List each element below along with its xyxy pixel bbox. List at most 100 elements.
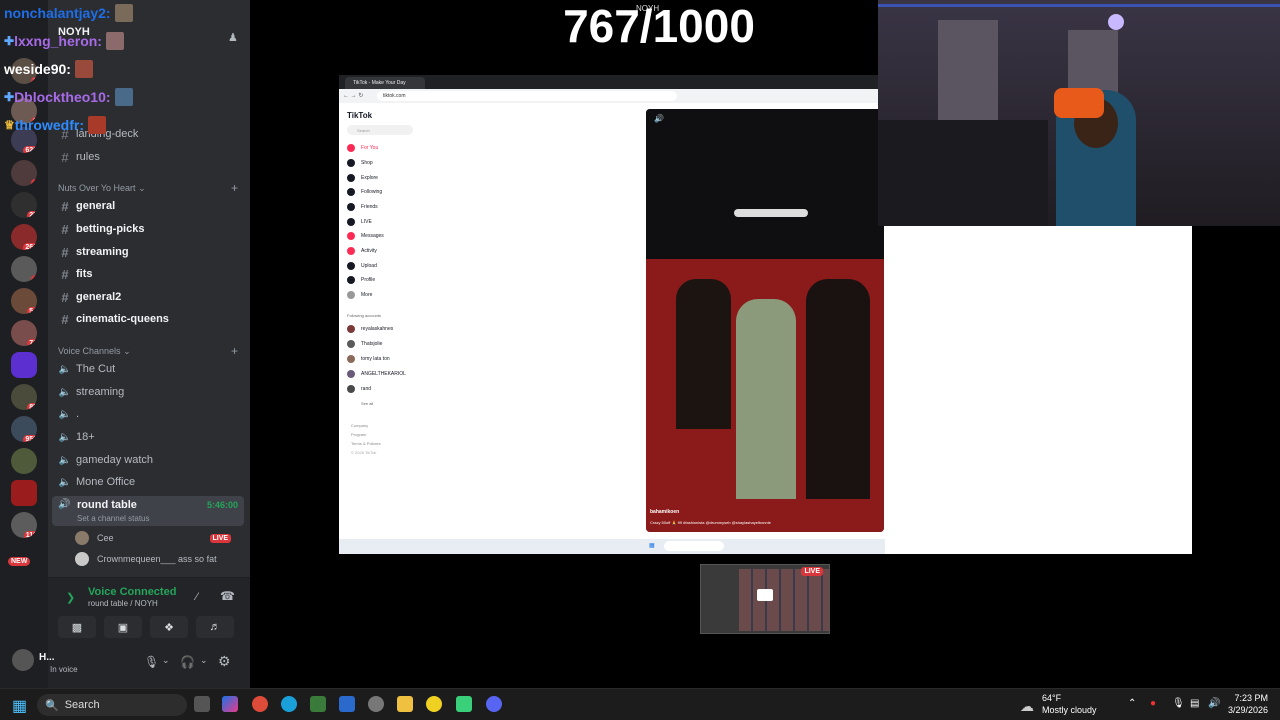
avatar[interactable] (12, 649, 34, 671)
server-icon[interactable]: 118 (11, 512, 37, 538)
camera-off-button[interactable]: ▩ (58, 616, 96, 638)
voice-channel-gameday-watch[interactable]: 🔈 gameday watch (54, 450, 244, 470)
server-icon[interactable]: 958 (11, 416, 37, 442)
volume-icon[interactable]: 🔊 (654, 114, 664, 123)
server-icon[interactable]: 54 (11, 288, 37, 314)
tiktok-nav-item[interactable]: LIVE (347, 216, 372, 228)
voice-channel-streaming[interactable]: 🔈 streaming (54, 382, 244, 402)
voice-channel-mone-office[interactable]: 🔈 Mone Office (54, 472, 244, 492)
voice-status[interactable]: Voice Connected (88, 586, 176, 598)
soundboard-button[interactable]: ♬ (196, 616, 234, 638)
tiktok-search[interactable]: Search (347, 125, 413, 135)
chrome-icon[interactable] (252, 696, 268, 712)
tiktok-nav-item[interactable]: Upload (347, 260, 377, 272)
server-icon[interactable]: 4 (11, 160, 37, 186)
following-account[interactable]: ANGELTHEKARIOL (347, 368, 406, 380)
footer-link[interactable]: Terms & Policies (351, 441, 381, 446)
channel-rules[interactable]: # rules (54, 147, 244, 167)
following-account[interactable]: reyalaskahnes (347, 323, 393, 335)
channel-status[interactable]: Set a channel status (77, 514, 150, 523)
following-account[interactable]: rand (347, 383, 371, 395)
server-icon[interactable] (11, 448, 37, 474)
channel-fits[interactable]: # fits (54, 264, 244, 284)
following-account[interactable]: Thatsjolie (347, 338, 382, 350)
microphone-icon[interactable]: 🎙 (1172, 698, 1185, 709)
activities-button[interactable]: ❖ (150, 616, 188, 638)
noise-suppression-icon[interactable]: ⁄ (196, 591, 198, 603)
weather-desc[interactable]: Mostly cloudy (1042, 705, 1097, 715)
disconnect-icon[interactable]: ☎ (220, 589, 235, 603)
server-icon[interactable]: 71 (11, 320, 37, 346)
weather-temp[interactable]: 64°F (1042, 693, 1061, 703)
file-explorer-icon[interactable] (397, 696, 413, 712)
channel-streaming[interactable]: # streaming (54, 242, 244, 262)
category-voice-channels[interactable]: Voice Channels ⌄ (58, 346, 131, 357)
volume-icon[interactable]: 🔊 (1208, 698, 1220, 709)
tiktok-logo[interactable]: TikTok (347, 111, 372, 120)
chevron-down-icon[interactable]: ⌄ (162, 655, 170, 666)
server-icon[interactable]: 261 (11, 224, 37, 250)
stream-preview[interactable]: LIVE (700, 564, 830, 634)
server-icon[interactable]: 85 (11, 384, 37, 410)
tiktok-nav-item[interactable]: Activity (347, 245, 377, 257)
app-icon[interactable] (310, 696, 326, 712)
tiktok-video[interactable]: 🔊 bahamikoen Crazy 50off 🙏 99 #fashionis… (646, 109, 884, 532)
clock-date[interactable]: 3/29/2026 (1226, 705, 1268, 715)
server-icon[interactable]: 25 (11, 192, 37, 218)
voice-location[interactable]: round table / NOYH (88, 599, 158, 608)
app-icon[interactable] (426, 696, 442, 712)
voice-channel-the-cut[interactable]: 🔈 The Cut (54, 359, 244, 379)
see-all-link[interactable]: See all (361, 401, 373, 406)
following-account[interactable]: tomy lata ton (347, 353, 390, 365)
tiktok-nav-item[interactable]: Explore (347, 172, 378, 184)
tiktok-nav-item[interactable]: Shop (347, 157, 373, 169)
user-name[interactable]: H... (39, 652, 55, 663)
voice-channel-round-table[interactable]: 🔊 round table 5:46:00 Set a channel stat… (52, 496, 244, 526)
channel-betting-picks[interactable]: # betting-picks (54, 219, 244, 239)
category-nuts-over-yo-heart[interactable]: Nuts Over Yo Heart ⌄ (58, 183, 146, 194)
signal-icon[interactable]: ❯ (66, 591, 75, 604)
tray-app-icon[interactable]: ● (1150, 698, 1156, 709)
browser-tab[interactable]: TikTok - Make Your Day (345, 77, 425, 89)
tiktok-nav-item[interactable]: Friends (347, 201, 378, 213)
screen-share-button[interactable]: ▣ (104, 616, 142, 638)
voice-channel-dot[interactable]: 🔈. (54, 404, 244, 424)
nav-arrows-icon[interactable]: ← → ↻ (343, 92, 363, 99)
add-channel-icon[interactable]: + (231, 344, 238, 358)
tiktok-nav-item[interactable]: Following (347, 186, 382, 198)
voice-member[interactable]: Crownmequeen___ ass so fat (75, 550, 217, 568)
tiktok-nav-item[interactable]: Messages (347, 230, 384, 242)
video-author[interactable]: bahamikoen (650, 509, 679, 515)
app-icon[interactable] (368, 696, 384, 712)
tiktok-nav-item[interactable]: For You (347, 142, 378, 154)
voice-channel-18plus[interactable]: 🔈 18+ (54, 427, 244, 447)
channel-cinematic-queens[interactable]: # cinematic-queens (54, 309, 244, 329)
add-channel-icon[interactable]: + (231, 181, 238, 195)
settings-gear-icon[interactable]: ⚙ (218, 653, 231, 670)
windows-start-icon[interactable]: ▦ (12, 696, 27, 716)
tiktok-nav-item[interactable]: Profile (347, 274, 375, 286)
tiktok-nav-item[interactable]: More (347, 289, 372, 301)
microphone-icon[interactable]: 🎙 (144, 655, 159, 669)
channel-general2[interactable]: # general2 (54, 287, 244, 307)
server-icon[interactable] (11, 480, 37, 506)
discord-icon[interactable] (486, 696, 502, 712)
footer-link[interactable]: Program (351, 432, 366, 437)
taskbar-search[interactable]: 🔍 Search (37, 694, 187, 716)
invite-icon[interactable]: ♟ (228, 31, 240, 44)
store-icon[interactable] (339, 696, 355, 712)
edge-icon[interactable] (281, 696, 297, 712)
server-icon[interactable] (11, 352, 37, 378)
footer-link[interactable]: Company (351, 423, 368, 428)
network-icon[interactable]: ▤ (1190, 698, 1199, 709)
chevron-down-icon[interactable]: ⌄ (200, 655, 208, 666)
url-field[interactable]: tiktok.com (377, 91, 677, 101)
app-icon[interactable] (456, 696, 472, 712)
headphones-icon[interactable]: 🎧 (180, 655, 195, 669)
voice-member[interactable]: Cee LIVE (75, 529, 232, 547)
server-icon[interactable]: 4 (11, 256, 37, 282)
copilot-icon[interactable] (222, 696, 238, 712)
channel-general[interactable]: # general (54, 196, 244, 216)
chevron-up-icon[interactable]: ⌃ (1128, 698, 1136, 709)
clock-time[interactable]: 7:23 PM (1232, 693, 1268, 703)
